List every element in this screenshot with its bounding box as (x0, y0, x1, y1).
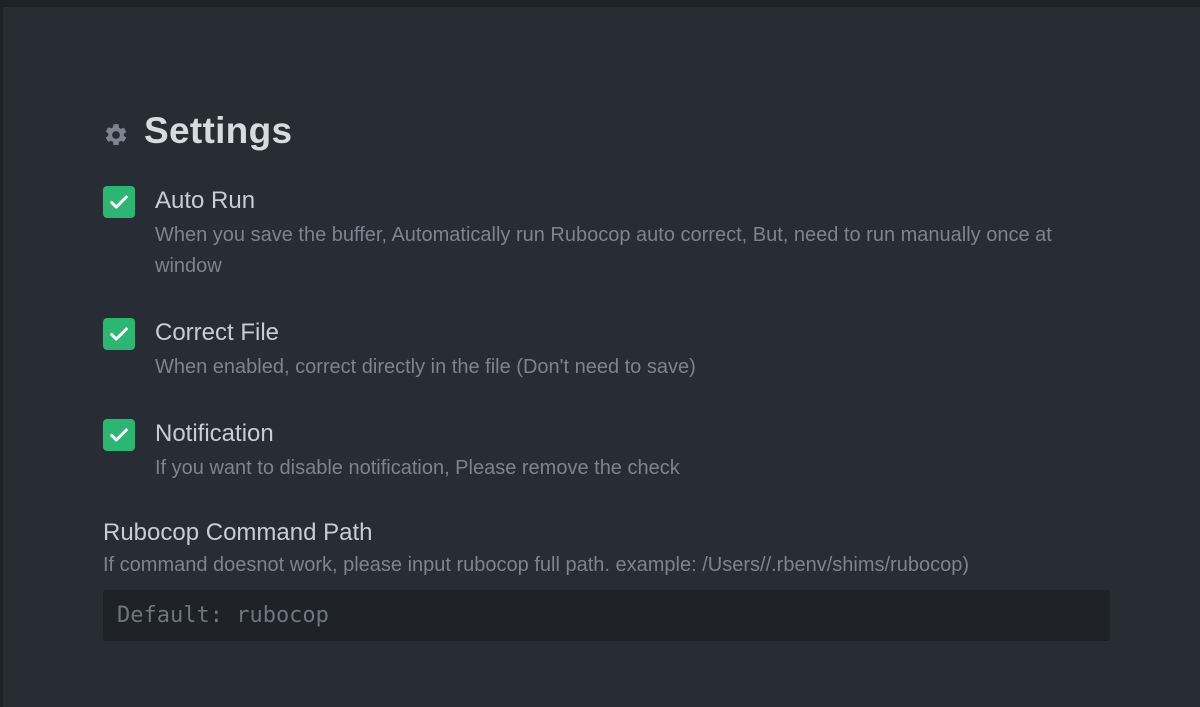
setting-description: When you save the buffer, Automatically … (155, 224, 1052, 277)
setting-label[interactable]: Notification (155, 417, 1110, 451)
checkmark-icon (110, 195, 128, 209)
settings-window: Settings Auto Run When you save the buff… (0, 0, 1200, 707)
setting-description: When enabled, correct directly in the fi… (155, 356, 696, 378)
page-title: Settings (144, 110, 293, 151)
notification-checkbox[interactable] (103, 419, 135, 451)
checkmark-icon (110, 327, 128, 341)
auto-run-checkbox[interactable] (103, 186, 135, 218)
setting-label[interactable]: Auto Run (155, 184, 1110, 218)
checkmark-icon (110, 428, 128, 442)
settings-header: Settings (103, 101, 1110, 161)
command-path-label: Rubocop Command Path (103, 519, 373, 546)
correct-file-checkbox[interactable] (103, 318, 135, 350)
setting-auto-run: Auto Run When you save the buffer, Autom… (103, 184, 1110, 282)
command-path-input[interactable] (103, 590, 1110, 641)
setting-correct-file: Correct File When enabled, correct direc… (103, 316, 1110, 383)
setting-label[interactable]: Correct File (155, 316, 1110, 350)
gear-icon (103, 122, 129, 148)
setting-description: If you want to disable notification, Ple… (155, 457, 680, 479)
settings-panel: Settings Auto Run When you save the buff… (100, 101, 1110, 641)
setting-notification: Notification If you want to disable noti… (103, 417, 1110, 484)
command-path-description: If command doesnot work, please input ru… (103, 554, 969, 576)
